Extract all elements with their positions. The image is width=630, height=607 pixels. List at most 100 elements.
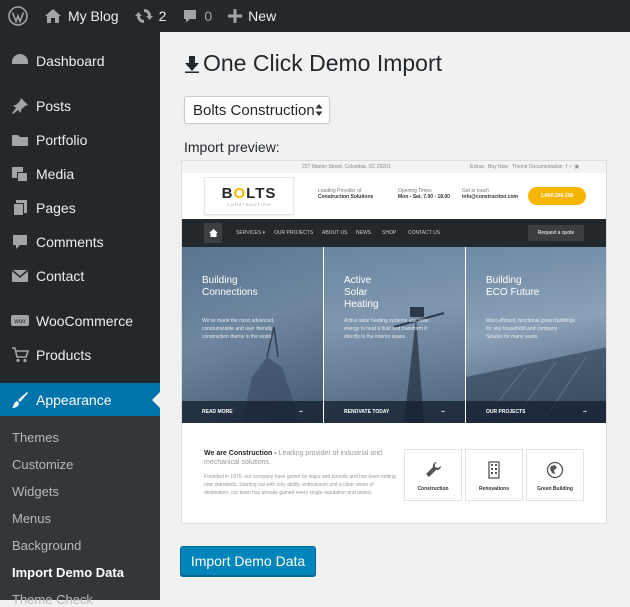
sidebar-item-appearance[interactable]: Appearance [0, 383, 160, 417]
dashboard-icon [10, 51, 30, 71]
new-content-link[interactable]: New [220, 0, 284, 32]
column-text: Active solar heating systems use solar e… [344, 318, 430, 340]
comment-icon [10, 232, 30, 252]
cart-icon [10, 345, 30, 365]
sidebar-item-label: Portfolio [36, 132, 88, 148]
new-label: New [248, 8, 277, 24]
submenu-customize[interactable]: Customize [12, 457, 73, 472]
admin-sidebar: Dashboard Posts Portfolio Media Pages Co… [0, 32, 160, 607]
sidebar-item-label: Products [36, 347, 92, 363]
page-title-text: One Click Demo Import [203, 50, 443, 76]
column-text: Most efficient, functional green buildin… [486, 318, 575, 340]
preview-nav-link: OUR PROJECTS [274, 230, 314, 236]
comments-count: 0 [204, 8, 213, 24]
sidebar-item-label: Contact [36, 268, 85, 284]
preview-social-icons: f ✓ ▣ [566, 164, 580, 170]
globe-icon [546, 461, 564, 479]
media-icon [10, 164, 30, 184]
sidebar-item-pages[interactable]: Pages [0, 191, 160, 225]
preview-column-solar: Active Solar Heating Active solar heating … [324, 247, 465, 423]
svg-text:woo: woo [13, 319, 26, 325]
refresh-icon [134, 9, 153, 23]
comment-icon [184, 10, 197, 23]
sidebar-item-label: Dashboard [36, 53, 105, 69]
preview-topbar-link: Buy Now [488, 164, 509, 170]
about-text: Founded in 1970, our company have grown … [204, 474, 396, 496]
brush-icon [10, 390, 30, 410]
sidebar-item-contact[interactable]: Contact [0, 259, 160, 293]
submenu-themes[interactable]: Themes [12, 430, 59, 445]
sidebar-item-label: Pages [36, 200, 76, 216]
wordpress-logo-button[interactable] [0, 0, 36, 32]
comments-link[interactable]: 0 [174, 0, 220, 32]
preview-info-provider: Leading Provider of Construction Solution… [318, 188, 374, 200]
sidebar-item-posts[interactable]: Posts [0, 89, 160, 123]
sidebar-item-media[interactable]: Media [0, 157, 160, 191]
preview-nav-link: SERVICES ▾ [236, 230, 266, 236]
preview-nav-link: NEWS [356, 230, 371, 236]
sidebar-item-label: Posts [36, 98, 72, 114]
sidebar-item-label: Appearance [36, 392, 112, 408]
preview-nav-link: CONTACT US [408, 230, 441, 236]
woocommerce-icon: woo [10, 311, 30, 331]
pin-icon [10, 96, 30, 116]
column-footer: RENOVATE TODAY ➞ [324, 401, 465, 423]
home-icon [45, 9, 61, 23]
admin-bar: My Blog 2 0 New [0, 0, 630, 32]
submenu-import-demo-data[interactable]: Import Demo Data [12, 565, 124, 580]
sidebar-item-products[interactable]: Products [0, 338, 160, 372]
download-arrow-icon [185, 55, 199, 73]
service-card-renovations: Renovations [465, 449, 523, 501]
demo-select[interactable]: Bolts Construction [184, 96, 330, 124]
wrench-icon [426, 461, 442, 477]
column-text: We've made the most advanced, constumiza… [202, 318, 275, 340]
preview-info-contact: Get in touch info@construction.com [462, 188, 518, 200]
site-name: My Blog [68, 8, 119, 24]
submenu-menus[interactable]: Menus [12, 511, 51, 526]
preview-nav-link: SHOP [382, 230, 397, 236]
preview-info-hours: Opening Times Mon - Sat, 7.00 - 18.00 [398, 188, 450, 200]
site-name-link[interactable]: My Blog [36, 0, 127, 32]
submenu-background[interactable]: Background [12, 538, 81, 553]
column-title: Active Solar Heating [344, 275, 379, 310]
import-demo-data-button[interactable]: Import Demo Data [180, 546, 316, 576]
service-card-construction: Construction [404, 449, 462, 501]
appearance-submenu: Themes Customize Widgets Menus Backgroun… [0, 416, 160, 607]
column-title: Building ECO Future [486, 275, 540, 298]
column-footer: OUR PROJECTS ➞ [466, 401, 606, 423]
submenu-widgets[interactable]: Widgets [12, 484, 59, 499]
sidebar-item-dashboard[interactable]: Dashboard [0, 44, 160, 78]
preview-quote-button: Request a quote [528, 225, 584, 241]
preview-topbar: 227 Marion Street, Columbia, SC 29201 Ex… [182, 161, 606, 173]
page-title: One Click Demo Import [184, 50, 442, 77]
envelope-icon [10, 266, 30, 286]
sidebar-item-label: Media [36, 166, 75, 182]
bolts-logo: BOLTS CONSTRUCTION [204, 177, 294, 215]
preview-nav: SERVICES ▾ OUR PROJECTS ABOUT US NEWS SH… [182, 219, 606, 247]
updates-count: 2 [158, 8, 167, 24]
demo-select-value: Bolts Construction [193, 101, 315, 119]
preview-nav-link: ABOUT US [322, 230, 348, 236]
wordpress-icon [8, 6, 28, 26]
plus-icon [228, 9, 243, 23]
sidebar-item-label: WooCommerce [36, 313, 133, 329]
updates-link[interactable]: 2 [127, 0, 175, 32]
column-title: Building Connections [202, 275, 258, 298]
preview-home-icon [204, 223, 222, 243]
select-carets-icon [315, 104, 323, 116]
sidebar-item-label: Comments [36, 234, 104, 250]
preview-address: 227 Marion Street, Columbia, SC 29201 [302, 164, 391, 170]
import-preview-label: Import preview: [184, 139, 280, 155]
preview-topbar-link: Theme Documentation [512, 164, 563, 170]
sidebar-item-comments[interactable]: Comments [0, 225, 160, 259]
folder-icon [10, 130, 30, 150]
preview-header: BOLTS CONSTRUCTION Leading Provider of Co… [182, 173, 606, 219]
sidebar-item-woocommerce[interactable]: woo WooCommerce [0, 304, 160, 338]
preview-column-eco: Building ECO Future Most efficient, funct… [466, 247, 606, 423]
about-heading: We are Construction - Leading provider o… [204, 450, 383, 466]
preview-phone-badge: 1-800-266-256 [528, 187, 586, 205]
preview-topbar-link: Extras [470, 164, 485, 170]
import-preview-image: 227 Marion Street, Columbia, SC 29201 Ex… [181, 160, 607, 524]
pages-icon [10, 198, 30, 218]
sidebar-item-portfolio[interactable]: Portfolio [0, 123, 160, 157]
